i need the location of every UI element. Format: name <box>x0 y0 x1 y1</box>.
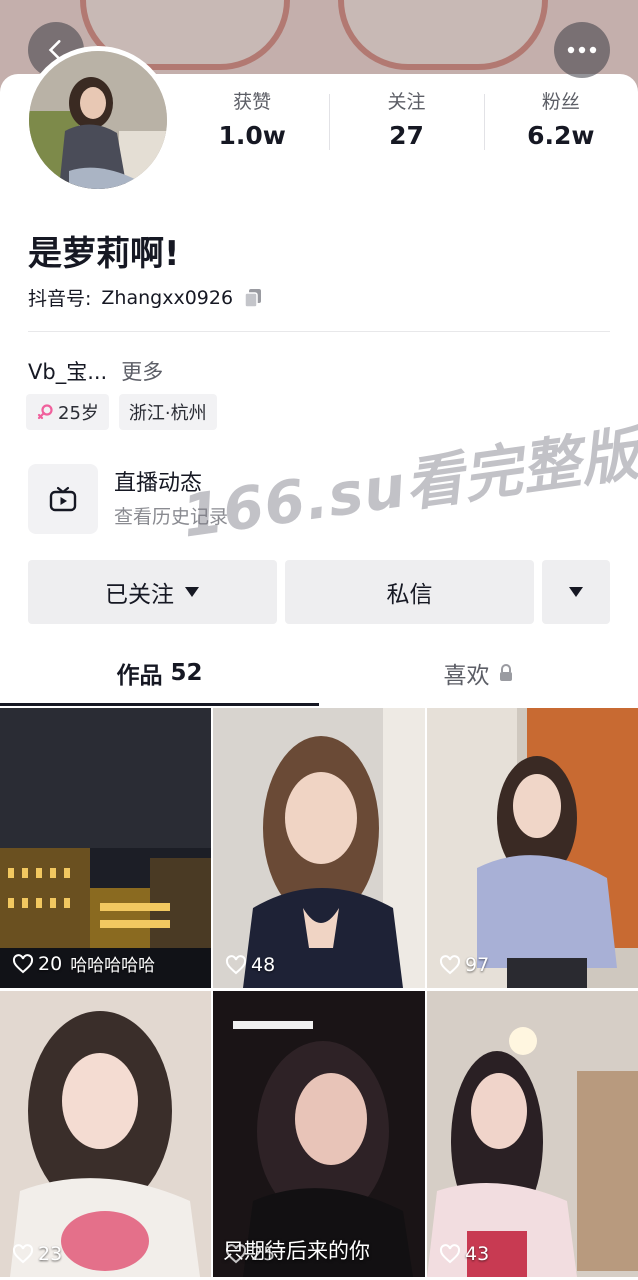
nickname: 是萝莉啊! <box>28 234 180 274</box>
stat-followers[interactable]: 粉丝 6.2w <box>483 88 638 158</box>
location-text: 浙江·杭州 <box>128 403 207 424</box>
video-thumbnail[interactable]: 43 <box>427 991 638 1277</box>
heart-icon <box>439 955 461 975</box>
stat-following[interactable]: 关注 27 <box>329 88 483 158</box>
video-likes: 97 <box>439 954 489 976</box>
tab-works-label: 作品 <box>116 663 163 689</box>
caret-down-icon <box>185 587 199 597</box>
video-caption: 哈哈哈哈哈 <box>70 956 156 976</box>
tab-liked-label: 喜欢 <box>443 663 490 689</box>
video-thumbnail[interactable]: 97 <box>427 708 638 988</box>
heart-icon <box>225 955 247 975</box>
tab-liked[interactable]: 喜欢 <box>319 640 638 706</box>
live-history-entry[interactable]: 直播动态 查看历史记录 <box>28 464 228 534</box>
female-icon <box>37 404 53 420</box>
video-likes: 23 <box>12 1243 62 1265</box>
following-button[interactable]: 已关注 <box>28 560 277 624</box>
video-likes-count: 97 <box>465 954 490 976</box>
bio-more-link[interactable]: 更多 <box>121 356 163 386</box>
douyin-id-value: Zhangxx0926 <box>101 286 234 309</box>
more-button[interactable] <box>554 22 610 78</box>
more-actions-button[interactable] <box>542 560 610 624</box>
video-thumbnail[interactable]: 48 <box>213 708 425 988</box>
video-likes-count: 20 <box>38 952 63 975</box>
video-thumbnail[interactable]: 20 哈哈哈哈哈 <box>0 708 211 988</box>
caret-down-icon <box>569 587 583 597</box>
action-buttons: 已关注 私信 <box>28 560 610 624</box>
video-likes: 20 哈哈哈哈哈 <box>12 951 155 976</box>
heart-icon <box>12 1244 34 1264</box>
bio: Vb_宝... 更多 <box>28 356 163 386</box>
lock-icon <box>499 664 512 681</box>
video-likes-count: 23 <box>38 1243 63 1265</box>
live-title: 直播动态 <box>114 471 203 496</box>
avatar[interactable] <box>24 46 172 194</box>
video-grid: 20 哈哈哈哈哈 48 97 23 只期待后来的你 25 43 <box>0 708 638 1280</box>
message-label: 私信 <box>386 582 433 608</box>
bio-text: Vb_宝... <box>28 360 108 384</box>
divider <box>28 331 610 332</box>
message-button[interactable]: 私信 <box>285 560 534 624</box>
heart-icon <box>12 953 34 973</box>
video-likes-count: 25 <box>251 1243 276 1265</box>
douyin-id: 抖音号: Zhangxx0926 <box>28 284 265 311</box>
stat-likes[interactable]: 获赞 1.0w <box>175 88 329 158</box>
heart-icon <box>225 1244 247 1264</box>
more-icon <box>567 46 597 54</box>
video-likes: 48 <box>225 954 275 976</box>
content-tabs: 作品 52 喜欢 <box>0 640 638 706</box>
stats-bar: 获赞 1.0w 关注 27 粉丝 6.2w <box>175 88 638 158</box>
copy-icon[interactable] <box>243 287 265 309</box>
stat-label: 关注 <box>387 91 426 113</box>
video-likes: 25 <box>225 1243 275 1265</box>
video-thumbnail[interactable]: 23 <box>0 991 211 1277</box>
live-tv-icon <box>49 486 77 512</box>
live-icon-box <box>28 464 98 534</box>
heart-icon <box>439 1244 461 1264</box>
video-likes-count: 43 <box>465 1243 490 1265</box>
stat-value: 6.2w <box>527 121 595 150</box>
douyin-id-label: 抖音号: <box>28 288 92 310</box>
stat-value: 27 <box>389 121 424 150</box>
video-likes-count: 48 <box>251 954 276 976</box>
following-label: 已关注 <box>105 582 174 608</box>
stat-label: 粉丝 <box>541 91 580 113</box>
tab-works[interactable]: 作品 52 <box>0 640 319 706</box>
video-thumbnail[interactable]: 只期待后来的你 25 <box>213 991 425 1277</box>
stat-label: 获赞 <box>233 91 272 113</box>
age-text: 25岁 <box>58 403 99 424</box>
video-likes: 43 <box>439 1243 489 1265</box>
location-tag: 浙江·杭州 <box>118 394 217 430</box>
tab-works-count: 52 <box>170 660 203 686</box>
profile-tags: 25岁 浙江·杭州 <box>26 394 217 430</box>
stat-value: 1.0w <box>218 121 286 150</box>
live-subtitle: 查看历史记录 <box>114 506 229 528</box>
age-tag: 25岁 <box>26 394 109 430</box>
